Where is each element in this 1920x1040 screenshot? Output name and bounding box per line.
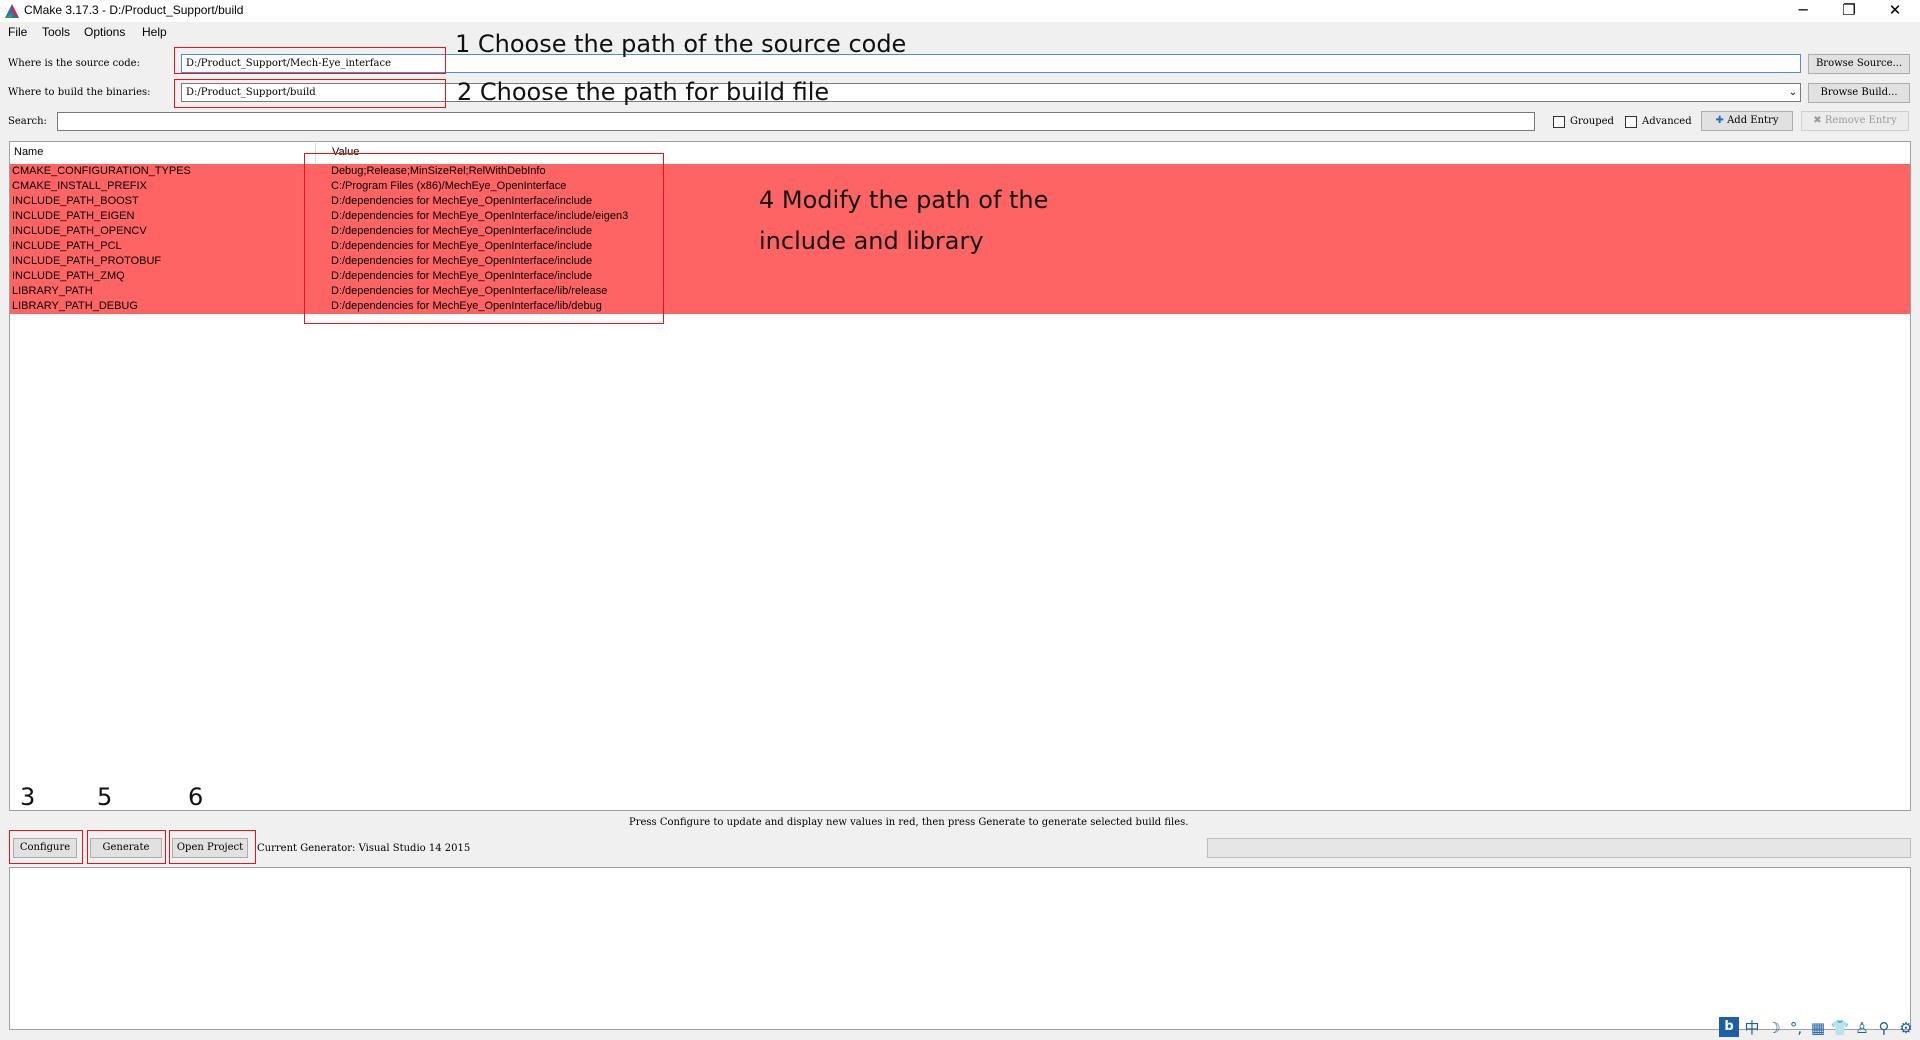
table-row-name[interactable]: INCLUDE_PATH_ZMQ xyxy=(12,269,191,284)
annotation-box-source xyxy=(174,47,446,74)
progress-bar xyxy=(1207,838,1911,858)
search-input[interactable] xyxy=(57,112,1535,131)
annotation-box-build xyxy=(174,79,446,108)
annotation-step-6: 6 xyxy=(188,783,204,811)
table-name-column: CMAKE_CONFIGURATION_TYPES CMAKE_INSTALL_… xyxy=(12,164,191,314)
close-button[interactable]: ✕ xyxy=(1872,0,1918,22)
table-row-name[interactable]: LIBRARY_PATH xyxy=(12,284,191,299)
restore-button[interactable]: ❐ xyxy=(1826,0,1872,22)
title-bar xyxy=(0,0,1920,22)
ime-logo-icon[interactable]: b xyxy=(1719,1017,1739,1037)
annotation-box-values xyxy=(304,153,664,324)
configure-hint-text: Press Configure to update and display ne… xyxy=(629,817,1189,828)
table-row-name[interactable]: INCLUDE_PATH_PROTOBUF xyxy=(12,254,191,269)
table-row-name[interactable]: CMAKE_CONFIGURATION_TYPES xyxy=(12,164,191,179)
advanced-checkbox[interactable] xyxy=(1625,116,1637,128)
annotation-step-4-line2: include and library xyxy=(759,227,984,255)
current-generator-text: Current Generator: Visual Studio 14 2015 xyxy=(257,843,471,854)
ime-skin-icon[interactable]: 👕 xyxy=(1830,1018,1850,1038)
annotation-step-5: 5 xyxy=(97,783,113,811)
column-header-name[interactable]: Name xyxy=(14,146,43,158)
browse-build-button[interactable]: Browse Build... xyxy=(1808,83,1910,103)
ime-settings-icon[interactable]: ⚙ xyxy=(1896,1018,1916,1038)
menu-tools[interactable]: Tools xyxy=(42,25,70,39)
advanced-label: Advanced xyxy=(1642,116,1692,127)
remove-icon: ✖ xyxy=(1813,115,1822,126)
table-row-name[interactable]: INCLUDE_PATH_BOOST xyxy=(12,194,191,209)
add-entry-label: Add Entry xyxy=(1727,115,1779,126)
annotation-box-open-project xyxy=(169,830,256,864)
table-row-name[interactable]: LIBRARY_PATH_DEBUG xyxy=(12,299,191,314)
annotation-step-4-line1: 4 Modify the path of the xyxy=(759,186,1049,214)
browse-source-button[interactable]: Browse Source... xyxy=(1808,54,1910,74)
annotation-step-2: 2 Choose the path for build file xyxy=(457,78,830,106)
ime-chinese-icon[interactable]: 中 xyxy=(1742,1018,1762,1038)
grouped-checkbox[interactable] xyxy=(1553,116,1565,128)
annotation-box-configure xyxy=(9,830,83,864)
table-row-name[interactable]: CMAKE_INSTALL_PREFIX xyxy=(12,179,191,194)
ime-search-icon[interactable]: ⚲ xyxy=(1874,1018,1894,1038)
chevron-down-icon[interactable]: ⌄ xyxy=(1786,84,1800,101)
plus-icon: ✚ xyxy=(1715,115,1724,126)
ime-punctuation-icon[interactable]: °, xyxy=(1786,1018,1806,1038)
ime-moon-icon[interactable]: ☽ xyxy=(1764,1018,1784,1038)
grouped-label: Grouped xyxy=(1570,116,1614,127)
annotation-step-3: 3 xyxy=(20,783,36,811)
remove-entry-label: Remove Entry xyxy=(1824,115,1897,126)
annotation-box-generate xyxy=(87,830,166,864)
remove-entry-button[interactable]: ✖ Remove Entry xyxy=(1801,111,1909,131)
menu-file[interactable]: File xyxy=(8,25,27,39)
source-label: Where is the source code: xyxy=(8,58,140,69)
output-log[interactable] xyxy=(9,867,1911,1030)
ime-user-icon[interactable]: ♙ xyxy=(1852,1018,1872,1038)
build-label: Where to build the binaries: xyxy=(8,87,151,98)
cmake-logo-icon xyxy=(5,4,19,18)
minimize-button[interactable]: ─ xyxy=(1780,0,1826,22)
ime-keyboard-icon[interactable]: ▦ xyxy=(1808,1018,1828,1038)
table-row-name[interactable]: INCLUDE_PATH_OPENCV xyxy=(12,224,191,239)
table-row-name[interactable]: INCLUDE_PATH_EIGEN xyxy=(12,209,191,224)
menu-options[interactable]: Options xyxy=(84,25,125,39)
search-label: Search: xyxy=(8,116,47,127)
table-row-name[interactable]: INCLUDE_PATH_PCL xyxy=(12,239,191,254)
add-entry-button[interactable]: ✚ Add Entry xyxy=(1701,111,1793,131)
window-title: CMake 3.17.3 - D:/Product_Support/build xyxy=(24,3,244,17)
menu-help[interactable]: Help xyxy=(142,25,167,39)
annotation-step-1: 1 Choose the path of the source code xyxy=(455,30,907,58)
